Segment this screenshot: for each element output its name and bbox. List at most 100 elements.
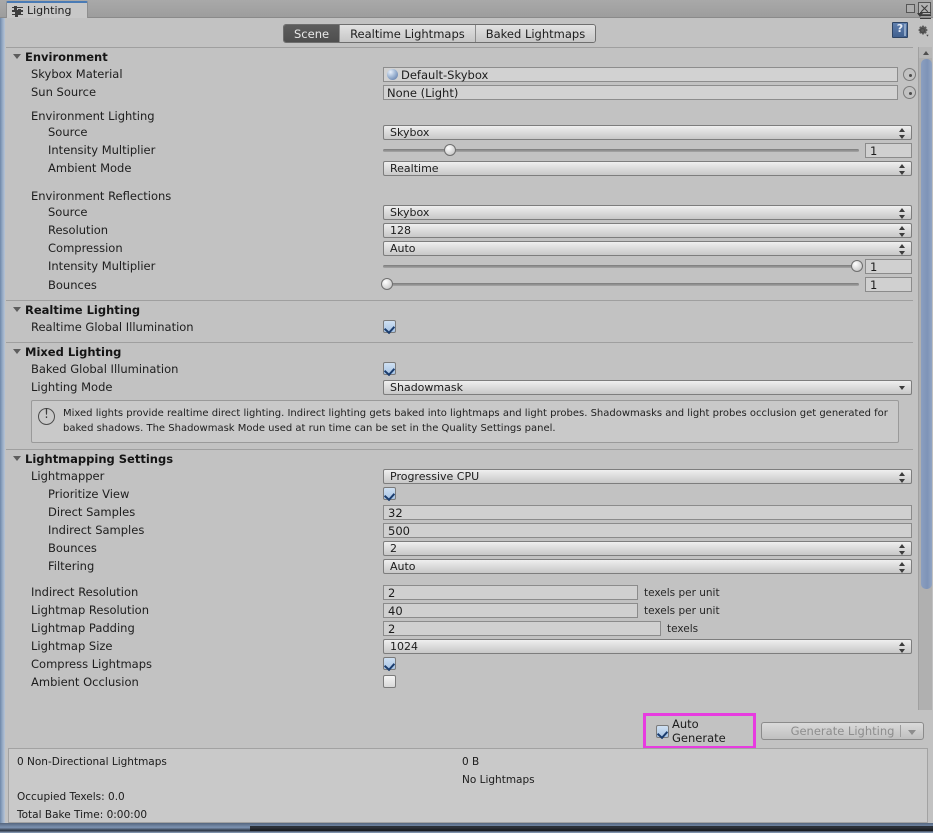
env-reflections-group-label: Environment Reflections	[31, 189, 172, 203]
refl-intensity-slider[interactable]	[383, 259, 863, 273]
realtime-gi-checkbox[interactable]	[383, 320, 396, 333]
tab-scene[interactable]: Scene	[284, 25, 341, 42]
row-indirect-resolution: Indirect Resolution 2 texels per unit	[6, 583, 913, 601]
section-mixed-lighting-title: Mixed Lighting	[25, 344, 122, 359]
row-ambient-mode: Ambient Mode Realtime	[6, 159, 913, 177]
vertical-scrollbar[interactable]	[918, 47, 932, 745]
row-compress-lightmaps: Compress Lightmaps	[6, 655, 913, 673]
refl-compression-dropdown[interactable]: Auto	[383, 241, 912, 256]
slider-knob[interactable]	[381, 278, 393, 290]
slider-knob[interactable]	[851, 260, 863, 272]
direct-samples-input[interactable]: 32	[383, 505, 912, 520]
lightmap-padding-unit: texels	[667, 623, 699, 635]
row-lightmap-padding: Lightmap Padding 2 texels	[6, 619, 913, 637]
sun-source-picker-icon[interactable]	[903, 86, 916, 99]
lightmap-resolution-input[interactable]: 40	[383, 603, 638, 618]
env-lighting-intensity-slider[interactable]	[383, 143, 859, 157]
env-lighting-intensity-value[interactable]: 1	[865, 143, 912, 158]
sun-source-field[interactable]: None (Light)	[383, 85, 898, 100]
baked-gi-checkbox[interactable]	[383, 362, 396, 375]
sun-source-value: None (Light)	[387, 85, 459, 100]
filtering-dropdown[interactable]: Auto	[383, 559, 912, 574]
refl-intensity-label: Intensity Multiplier	[48, 259, 156, 273]
updown-arrows-icon	[899, 472, 906, 483]
refl-bounces-slider[interactable]	[381, 277, 859, 291]
row-env-lighting-intensity: Intensity Multiplier 1	[6, 141, 913, 159]
indirect-samples-label: Indirect Samples	[48, 523, 145, 537]
lightmapper-label: Lightmapper	[31, 469, 105, 483]
env-lighting-intensity-label: Intensity Multiplier	[48, 143, 156, 157]
section-realtime-lighting-header[interactable]: Realtime Lighting	[6, 301, 913, 318]
lighting-settings-icon	[12, 5, 23, 17]
skybox-material-picker-icon[interactable]	[903, 68, 916, 81]
slider-knob[interactable]	[443, 144, 456, 156]
filtering-label: Filtering	[48, 559, 95, 573]
ambient-occlusion-checkbox[interactable]	[383, 675, 396, 688]
ambient-mode-label: Ambient Mode	[48, 161, 132, 175]
refl-resolution-dropdown[interactable]: 128	[383, 223, 912, 238]
gear-icon[interactable]	[915, 23, 930, 38]
tab-realtime-lightmaps[interactable]: Realtime Lightmaps	[340, 25, 476, 42]
row-lighting-mode: Lighting Mode Shadowmask	[6, 378, 913, 396]
status-no-lightmaps: No Lightmaps	[462, 774, 535, 786]
row-refl-resolution: Resolution 128	[6, 221, 913, 239]
section-environment-title: Environment	[25, 49, 108, 64]
env-lighting-group-label: Environment Lighting	[31, 109, 155, 123]
section-environment-header[interactable]: Environment	[6, 48, 913, 65]
section-mixed-lighting-header[interactable]: Mixed Lighting	[6, 343, 913, 360]
auto-generate-checkbox[interactable]	[656, 724, 669, 738]
lighting-mode-dropdown[interactable]: Shadowmask	[383, 380, 912, 395]
prioritize-view-label: Prioritize View	[48, 487, 130, 501]
chevron-down-icon	[13, 54, 21, 59]
updown-arrows-icon	[899, 164, 906, 175]
env-lighting-source-dropdown[interactable]: Skybox	[383, 125, 912, 140]
refl-intensity-value[interactable]: 1	[865, 259, 912, 274]
refl-source-value: Skybox	[390, 206, 430, 219]
lightmapper-dropdown[interactable]: Progressive CPU	[383, 469, 912, 484]
ambient-mode-dropdown[interactable]: Realtime	[383, 161, 912, 176]
row-bounces: Bounces 2	[6, 539, 913, 557]
refl-bounces-label: Bounces	[48, 278, 97, 292]
scrollbar-thumb[interactable]	[921, 59, 932, 589]
skybox-material-field[interactable]: Default-Skybox	[383, 67, 898, 82]
toolbar-right-icons	[892, 22, 930, 38]
section-environment: Environment Skybox Material Default-Skyb…	[6, 47, 916, 300]
lightmap-resolution-unit: texels per unit	[644, 605, 720, 617]
bounces-dropdown[interactable]: 2	[383, 541, 912, 556]
indirect-resolution-input[interactable]: 2	[383, 585, 638, 600]
realtime-gi-label: Realtime Global Illumination	[31, 320, 194, 334]
env-lighting-source-value: Skybox	[390, 126, 430, 139]
updown-arrows-icon	[899, 642, 906, 653]
ambient-mode-value: Realtime	[390, 162, 439, 175]
scroll-up-icon[interactable]	[919, 47, 932, 58]
generate-lighting-button[interactable]: Generate Lighting	[761, 722, 924, 740]
tab-lighting[interactable]: Lighting	[6, 1, 88, 18]
sun-source-label: Sun Source	[31, 85, 97, 99]
compress-lightmaps-checkbox[interactable]	[383, 657, 396, 670]
refl-source-label: Source	[48, 205, 88, 219]
skybox-material-value: Default-Skybox	[401, 67, 489, 82]
refl-source-dropdown[interactable]: Skybox	[383, 205, 912, 220]
chevron-down-icon[interactable]	[908, 730, 916, 735]
updown-arrows-icon	[899, 544, 906, 555]
minimize-icon[interactable]	[906, 4, 915, 13]
lightmap-padding-input[interactable]: 2	[383, 621, 661, 636]
section-mixed-lighting: Mixed Lighting Baked Global Illumination…	[6, 342, 913, 443]
lightmap-size-dropdown[interactable]: 1024	[383, 639, 912, 654]
status-occupied-texels: Occupied Texels: 0.0	[17, 791, 125, 803]
indirect-resolution-unit: texels per unit	[644, 587, 720, 599]
material-preview-icon	[387, 69, 398, 80]
section-realtime-lighting-title: Realtime Lighting	[25, 302, 141, 317]
section-realtime-lighting: Realtime Lighting Realtime Global Illumi…	[6, 300, 913, 342]
refl-bounces-value[interactable]: 1	[865, 277, 912, 292]
lightmap-size-value: 1024	[390, 640, 418, 653]
row-direct-samples: Direct Samples 32	[6, 503, 913, 521]
row-skybox-material: Skybox Material Default-Skybox	[6, 65, 916, 83]
generate-lighting-button-label: Generate Lighting	[790, 724, 895, 738]
indirect-samples-input[interactable]: 500	[383, 523, 912, 538]
chevron-down-icon	[899, 386, 905, 390]
section-lightmapping-header[interactable]: Lightmapping Settings	[6, 450, 913, 467]
tab-baked-lightmaps[interactable]: Baked Lightmaps	[475, 25, 596, 42]
help-book-icon[interactable]	[892, 22, 908, 38]
prioritize-view-checkbox[interactable]	[383, 487, 396, 500]
